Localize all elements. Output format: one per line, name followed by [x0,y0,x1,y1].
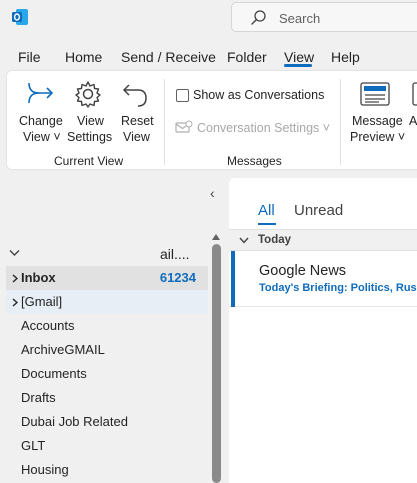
chevron-right-icon[interactable] [12,274,18,283]
filter-tab-unread[interactable]: Unread [294,202,343,219]
unread-indicator [231,251,235,307]
ribbon: Change View ˅ View Settings Reset View C… [6,70,417,170]
filter-tab-all[interactable]: All [258,202,275,219]
ribbon-separator [164,79,165,165]
change-view-icon [28,82,54,104]
group-label-current-view: Current View [54,154,124,168]
ribbon-separator [340,79,341,165]
message-sender: Google News [259,263,347,279]
active-filter-indicator [258,223,276,225]
show-as-conversations-checkbox[interactable] [176,89,189,102]
folder-pane: ‹ ail.... Inbox 61234 [Gmail] Accounts A… [0,178,229,483]
folder-name: GLT [21,438,46,453]
folder-item-gmail[interactable]: [Gmail] [6,290,208,314]
folder-item-inbox[interactable]: Inbox 61234 [6,266,208,290]
folder-name: Documents [21,366,87,381]
tab-home[interactable]: Home [65,49,102,65]
folder-name: Inbox [21,270,56,285]
conversation-settings-icon [175,120,193,133]
message-preview-label-2: Preview ˅ [350,130,406,144]
chevron-down-icon[interactable] [9,249,20,257]
unread-count: 61234 [159,270,196,285]
folder-item-archivegmail[interactable]: ArchiveGMAIL [6,338,208,362]
account-name[interactable]: ail.... [160,246,190,262]
chevron-right-icon[interactable] [12,298,18,307]
folder-item-documents[interactable]: Documents [6,362,208,386]
view-settings-label-1: View [77,114,104,128]
folder-item-accounts[interactable]: Accounts [6,314,208,338]
folder-name: Housing [21,462,69,477]
folder-item-glt[interactable]: GLT [6,434,208,458]
reset-view-label-2: View [123,130,150,144]
group-label: Today [258,234,292,246]
change-view-label-1: Change [19,114,63,128]
message-list: All Unread Today Google News Today's Bri… [229,178,417,483]
group-label-messages: Messages [227,154,282,168]
active-tab-indicator [284,64,312,67]
scroll-up-arrow[interactable] [212,234,220,240]
change-view-label-2: View ˅ [23,130,61,144]
folder-item-drafts[interactable]: Drafts [6,386,208,410]
search-icon [251,10,266,25]
collapse-folder-pane-button[interactable]: ‹ [210,185,215,201]
outlook-logo-icon [12,9,28,25]
title-bar: Search [0,0,417,40]
date-group-header[interactable]: Today [229,229,417,251]
chevron-down-icon[interactable] [239,237,249,244]
tab-file[interactable]: File [18,49,41,65]
reset-view-label-1: Reset [121,114,154,128]
tab-help[interactable]: Help [331,49,360,65]
folder-item-housing[interactable]: Housing [6,458,208,482]
message-subject: Today's Briefing: Politics, Russ [259,282,417,294]
scrollbar-thumb[interactable] [212,244,221,483]
menu-bar: File Home Send / Receive Folder View Hel… [0,40,417,72]
reset-icon [122,84,147,107]
partial-ribbon-icon [412,82,417,106]
conversation-settings-button[interactable]: Conversation Settings ˅ [197,121,330,135]
search-box[interactable]: Search [231,2,417,32]
search-placeholder[interactable]: Search [279,11,320,26]
tab-folder[interactable]: Folder [227,49,267,65]
partial-ribbon-label: A [409,114,417,128]
show-as-conversations-label[interactable]: Show as Conversations [193,88,324,102]
message-preview-icon [360,82,390,106]
tab-view[interactable]: View [284,49,314,65]
message-item[interactable]: Google News Today's Briefing: Politics, … [229,251,417,307]
folder-name: Accounts [21,318,75,333]
folder-name: ArchiveGMAIL [21,342,105,357]
view-settings-label-2: Settings [67,130,113,144]
message-preview-label-1: Message [352,114,403,128]
folder-name: Drafts [21,390,56,405]
folder-name: [Gmail] [21,294,63,309]
tab-send-receive[interactable]: Send / Receive [121,49,216,65]
gear-icon [75,81,101,108]
folder-name: Dubai Job Related [21,414,128,429]
folder-item-dubai-job-related[interactable]: Dubai Job Related [6,410,208,434]
